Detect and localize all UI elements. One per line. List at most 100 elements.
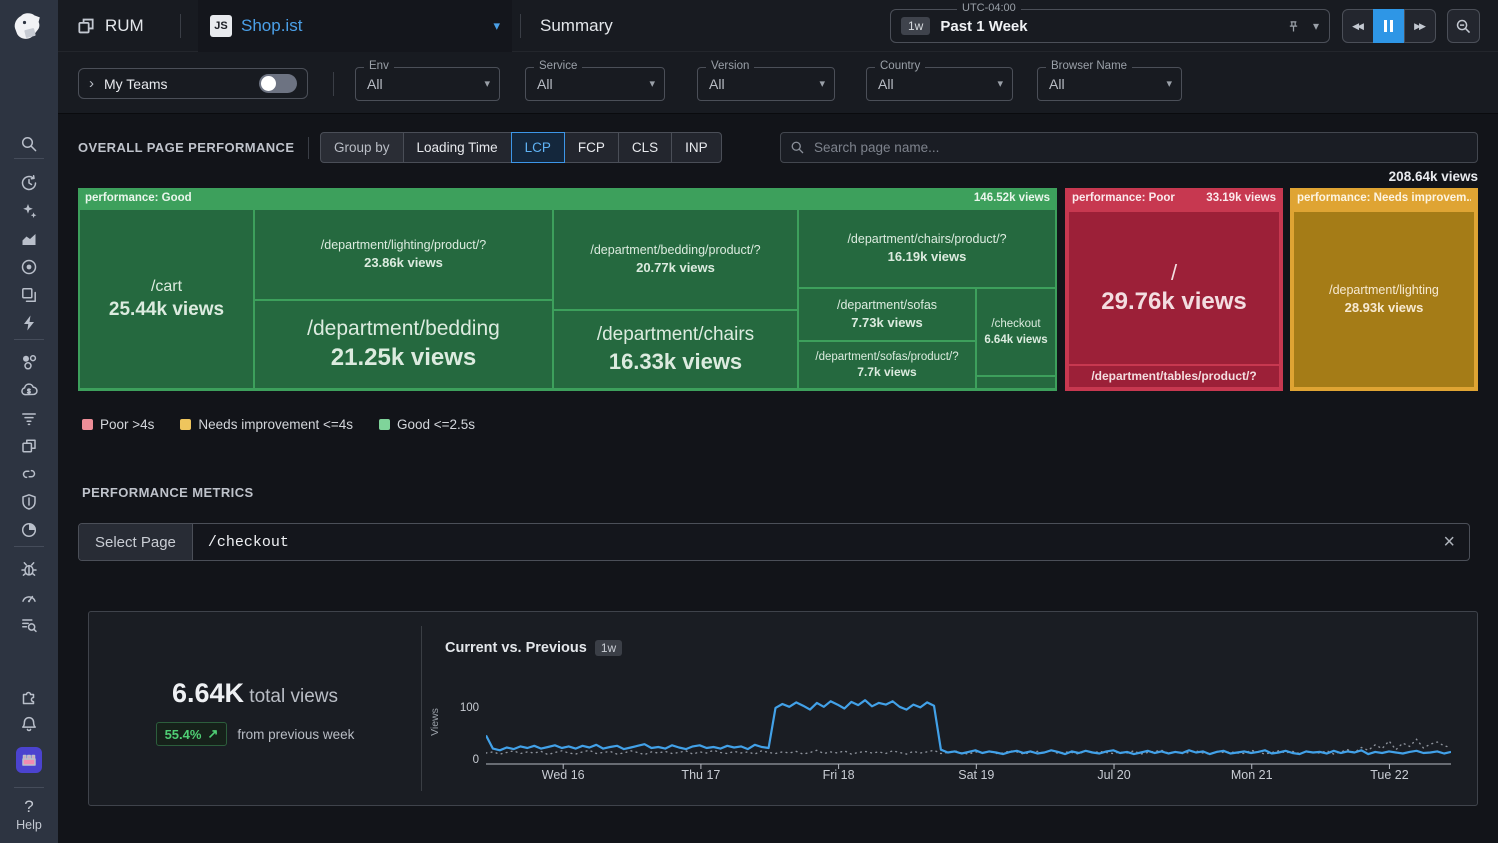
browser-windows-icon [20, 437, 38, 455]
treemap-group-poor: performance: Poor 33.19k views / 29.76k … [1065, 188, 1283, 391]
sidebar-item-log-explorer[interactable] [0, 611, 58, 639]
range-badge: 1w [901, 17, 930, 35]
y-axis-label: Views [429, 702, 441, 742]
env-dropdown[interactable]: Env All ▾ [355, 67, 500, 101]
search-input[interactable] [780, 132, 1478, 163]
tab-fcp[interactable]: FCP [564, 132, 619, 163]
treemap-cell-chairs[interactable]: /department/chairs 16.33k views [554, 311, 797, 388]
cell-views: 7.73k views [851, 315, 923, 331]
chevron-down-icon: ▾ [997, 68, 1003, 100]
treemap-cell-sofas-product[interactable]: /department/sofas/product/? 7.7k views [799, 342, 975, 388]
treemap-cell-chairs-product[interactable]: /department/chairs/product/? 16.19k view… [799, 210, 1055, 287]
pause-button[interactable] [1373, 9, 1405, 43]
treemap-cell-bedding[interactable]: /department/bedding 21.25k views [255, 301, 552, 388]
sidebar-item-log-pipelines[interactable] [0, 404, 58, 432]
rewind-button[interactable]: ◀◀ [1342, 9, 1374, 43]
tab-cls[interactable]: CLS [618, 132, 672, 163]
application-selector[interactable]: JS Shop.ist ▾ [198, 0, 512, 52]
legend-item-needs-improvement[interactable]: Needs improvement <=4s [180, 417, 353, 432]
cell-views: 7.7k views [857, 365, 916, 380]
x-tick-label: Sat 19 [958, 768, 994, 782]
zoom-out-button[interactable] [1447, 9, 1480, 43]
sidebar-item-profiling[interactable] [0, 583, 58, 611]
treemap-cell-lighting[interactable]: /department/lighting 28.93k views [1294, 212, 1474, 387]
tab-lcp[interactable]: LCP [511, 132, 565, 163]
treemap-cell-bedding-product[interactable]: /department/bedding/product/? 20.77k vie… [554, 210, 797, 309]
legend-item-poor[interactable]: Poor >4s [82, 417, 154, 432]
sidebar-item-rum[interactable] [0, 432, 58, 460]
select-page-label: Select Page [79, 524, 193, 560]
sidebar-item-apm[interactable] [0, 309, 58, 337]
cell-name: /department/chairs [597, 323, 754, 347]
sidebar-item-help[interactable]: ? [0, 793, 58, 821]
link-icon [20, 465, 38, 483]
x-axis-labels: Wed 16Thu 17Fri 18Sat 19Jul 20Mon 21Tue … [486, 768, 1451, 784]
treemap-cell-cart[interactable]: /cart 25.44k views [80, 210, 253, 388]
cell-name: /department/lighting [1329, 283, 1439, 299]
toggle-knob [261, 76, 276, 91]
sidebar-item-ci-visibility[interactable] [0, 460, 58, 488]
bug-icon [20, 560, 38, 578]
treemap-cell-lighting-product[interactable]: /department/lighting/product/? 23.86k vi… [255, 210, 552, 299]
select-page-bar[interactable]: Select Page /checkout × [78, 523, 1470, 561]
treemap-cell-small[interactable] [977, 377, 1055, 388]
timezone-label: UTC-04:00 [957, 2, 1021, 14]
treemap-cell-checkout[interactable]: /checkout 6.64k views [977, 289, 1055, 375]
cloud-dollar-icon [20, 381, 38, 399]
sidebar-item-metrics[interactable] [0, 225, 58, 253]
my-teams-toggle[interactable] [259, 74, 297, 93]
sidebar-item-service-management[interactable] [0, 348, 58, 376]
my-teams-filter[interactable]: › My Teams [78, 68, 308, 99]
cell-name: /department/bedding [307, 316, 500, 342]
sidebar-item-infrastructure[interactable] [0, 281, 58, 309]
country-dropdown[interactable]: Country All ▾ [866, 67, 1013, 101]
datadog-logo[interactable] [0, 6, 58, 50]
version-dropdown[interactable]: Version All ▾ [697, 67, 835, 101]
pin-icon[interactable] [1286, 19, 1301, 34]
time-range-picker[interactable]: UTC-04:00 1w Past 1 Week ▾ [890, 9, 1330, 43]
treemap-cell-sofas[interactable]: /department/sofas 7.73k views [799, 289, 975, 340]
browser-name-dropdown[interactable]: Browser Name All ▾ [1037, 67, 1182, 101]
treemap-cell-tables-product[interactable]: /department/tables/product/? [1069, 366, 1279, 387]
cell-name: /department/lighting/product/? [321, 238, 486, 254]
delta-value: 55.4% [165, 727, 202, 742]
rum-nav[interactable]: RUM [76, 0, 144, 52]
sidebar-item-synthetics[interactable] [0, 516, 58, 544]
sidebar-item-cloud-cost[interactable] [0, 376, 58, 404]
sidebar-item-security[interactable] [0, 488, 58, 516]
views-trend-card: 6.64K total views 55.4%↗ from previous w… [88, 611, 1478, 806]
total-views-value: 6.64K [172, 678, 244, 708]
tab-inp[interactable]: INP [671, 132, 722, 163]
chevron-down-icon[interactable]: ▾ [1313, 19, 1319, 33]
sidebar-item-watchdog[interactable] [0, 197, 58, 225]
cell-name: /department/sofas [837, 298, 937, 314]
help-label[interactable]: Help [0, 818, 58, 832]
hexagon-cluster-icon [20, 353, 38, 371]
x-tick-label: Thu 17 [681, 768, 720, 782]
tab-loading-time[interactable]: Loading Time [403, 132, 512, 163]
sidebar-item-account[interactable] [0, 744, 58, 776]
service-value: All [537, 68, 553, 100]
target-icon [20, 258, 38, 276]
cell-views: 16.33k views [609, 348, 742, 376]
sidebar-item-search[interactable] [0, 130, 58, 158]
cell-views: 29.76k views [1101, 287, 1246, 317]
rum-windows-icon [76, 16, 96, 36]
sidebar-item-history[interactable] [0, 169, 58, 197]
sidebar-item-integrations[interactable] [0, 682, 58, 710]
fast-forward-button[interactable]: ▶▶ [1404, 9, 1436, 43]
shield-icon [20, 493, 38, 511]
clear-icon[interactable]: × [1443, 531, 1455, 554]
sidebar-item-error-tracking[interactable] [0, 555, 58, 583]
group-good-views: 146.52k views [974, 192, 1050, 204]
cell-name: /department/bedding/product/? [590, 243, 760, 259]
lightning-bolt-icon [20, 314, 38, 332]
sidebar-item-notifications[interactable] [0, 710, 58, 738]
legend-item-good[interactable]: Good <=2.5s [379, 417, 475, 432]
treemap-cell-root[interactable]: / 29.76k views [1069, 212, 1279, 364]
total-views-suffix: total views [244, 686, 338, 707]
chevron-right-icon: › [89, 75, 94, 92]
sidebar-item-monitors[interactable] [0, 253, 58, 281]
list-search-icon [20, 616, 38, 634]
service-dropdown[interactable]: Service All ▾ [525, 67, 665, 101]
